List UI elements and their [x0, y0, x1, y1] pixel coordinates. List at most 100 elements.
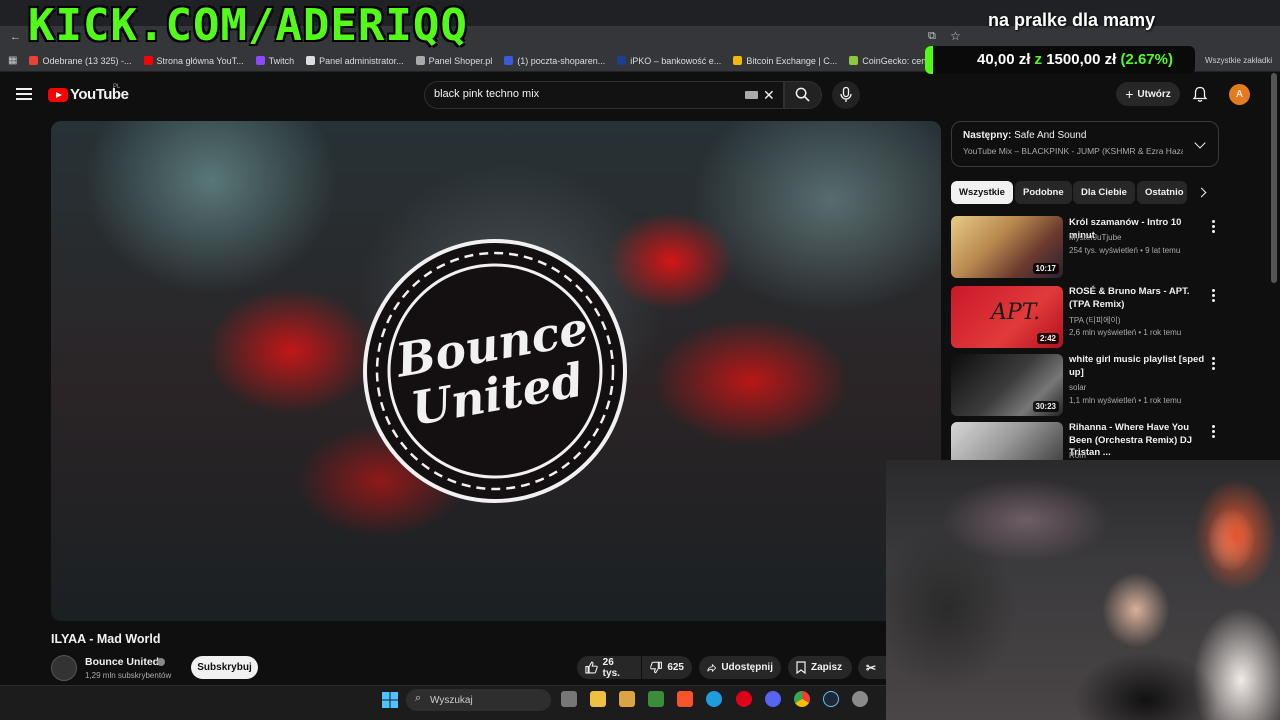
install-icon[interactable]: ⧉ — [928, 30, 936, 43]
thumbnail-3[interactable] — [951, 422, 1063, 460]
bookmark-item[interactable]: Strona główna YouT... — [143, 55, 244, 66]
bookmark-label: Odebrane (13 325) -... — [42, 55, 132, 66]
rec-title-3[interactable]: Rihanna - Where Have You Been (Orchestra… — [1069, 422, 1209, 460]
hamburger-menu-icon[interactable] — [16, 88, 32, 100]
thumbs-up-icon — [585, 661, 598, 674]
task-view-icon[interactable] — [561, 691, 577, 707]
thumbnail-1[interactable]: APT. 2:42 — [951, 286, 1063, 348]
rec-title-2[interactable]: white girl music playlist [sped up] — [1069, 354, 1209, 379]
more-vert-icon[interactable] — [1212, 425, 1215, 440]
bookmark-favicon-icon — [504, 56, 514, 65]
duration-0: 10:17 — [1032, 263, 1059, 274]
like-button[interactable]: 26 tys. — [577, 656, 641, 679]
discord-icon[interactable] — [765, 691, 781, 707]
search-value[interactable]: black pink techno mix — [434, 88, 539, 100]
chevron-right-icon[interactable] — [1196, 187, 1207, 198]
user-avatar[interactable]: A — [1229, 84, 1250, 105]
channel-name[interactable]: Bounce United — [85, 656, 159, 668]
taskbar-search[interactable]: ⌕ Wyszukaj — [406, 689, 551, 711]
donation-goal-fill — [925, 46, 933, 74]
chip-recent[interactable]: Ostatnio — [1137, 181, 1187, 204]
thumbs-down-icon — [650, 661, 662, 674]
dislike-button[interactable]: 625 — [642, 656, 692, 679]
subscribe-button[interactable]: Subskrybuj — [191, 656, 258, 679]
notifications-bell-icon[interactable] — [1192, 86, 1208, 103]
bounce-united-logo: Bounce United — [363, 239, 627, 503]
steam-icon[interactable] — [823, 691, 839, 707]
create-button[interactable]: + Utwórz — [1116, 82, 1180, 106]
bookmark-item[interactable]: Panel administrator... — [306, 56, 404, 66]
bookmark-item[interactable]: (1) poczta-shoparen... — [504, 56, 605, 66]
rec-channel-1[interactable]: TPA (티피에이) — [1069, 315, 1121, 326]
next-title: Safe And Sound — [1014, 130, 1087, 141]
save-button[interactable]: Zapisz — [788, 656, 852, 679]
bookmark-item[interactable]: Bitcoin Exchange | C... — [733, 56, 837, 66]
goal-current: 40,00 zł — [977, 51, 1031, 68]
bookmark-item[interactable]: Twitch — [255, 56, 294, 66]
store-icon[interactable] — [619, 691, 635, 707]
page-scrollbar[interactable] — [1271, 73, 1277, 283]
subscriber-count: 1,29 mln subskrybentów — [85, 671, 172, 680]
rec-channel-0[interactable]: MysterJuTjube — [1069, 233, 1121, 242]
share-icon — [707, 663, 717, 672]
more-vert-icon[interactable] — [1212, 220, 1215, 235]
bookmark-label: Bitcoin Exchange | C... — [746, 55, 838, 66]
rec-channel-2[interactable]: solar — [1069, 383, 1086, 392]
back-arrow-icon[interactable]: ← — [10, 31, 21, 43]
bookmark-item[interactable]: Panel Shoper.pl — [415, 55, 493, 66]
brave-icon[interactable] — [677, 691, 693, 707]
webcam-overlay — [886, 460, 1280, 720]
star-icon[interactable]: ☆ — [950, 29, 961, 43]
thumbnail-0[interactable]: 10:17 — [951, 216, 1063, 278]
bookmark-favicon-icon — [415, 56, 425, 65]
bookmark-favicon-icon — [733, 56, 743, 65]
bookmarks-all[interactable]: Wszystkie zakładki — [1205, 56, 1272, 65]
clear-search-icon[interactable]: ✕ — [763, 87, 775, 104]
duration-1: 2:42 — [1036, 333, 1059, 344]
thumbnail-2[interactable]: 30:23 — [951, 354, 1063, 416]
rec-title-1[interactable]: ROSÉ & Bruno Mars - APT. (TPA Remix) — [1069, 286, 1209, 311]
bookmark-label: (1) poczta-shoparen... — [517, 55, 606, 66]
rec-channel-3[interactable]: Rom — [1069, 451, 1086, 460]
thumbnail-text-1: APT. — [991, 300, 1041, 325]
bookmark-label: Panel Shoper.pl — [428, 55, 493, 66]
taskbar-search-placeholder: Wyszukaj — [430, 694, 473, 706]
microphone-icon[interactable] — [840, 87, 852, 103]
settings-gear-icon[interactable] — [852, 691, 868, 707]
bookmark-label: Panel administrator... — [319, 55, 404, 66]
bookmark-label: Strona główna YouT... — [156, 55, 244, 66]
search-icon[interactable] — [795, 87, 810, 102]
like-count: 26 tys. — [602, 656, 620, 679]
bookmark-favicon-icon — [29, 56, 39, 65]
share-button[interactable]: Udostępnij — [699, 656, 781, 679]
keyboard-icon[interactable] — [745, 91, 758, 99]
notes-icon[interactable] — [648, 691, 664, 707]
next-in-mix-panel[interactable] — [951, 121, 1219, 167]
chrome-icon[interactable] — [794, 691, 810, 707]
apps-grid-icon[interactable]: ▦ — [8, 55, 17, 66]
bookmark-item[interactable]: iPKO – bankowość e... — [617, 56, 721, 66]
edge-icon[interactable] — [706, 691, 722, 707]
video-player[interactable]: Bounce United — [51, 121, 941, 621]
chip-related[interactable]: Podobne — [1015, 181, 1072, 204]
windows-start-icon[interactable] — [382, 692, 398, 708]
chip-all[interactable]: Wszystkie — [951, 181, 1013, 204]
more-vert-icon[interactable] — [1212, 289, 1215, 304]
plus-icon: + — [1125, 86, 1134, 102]
more-vert-icon[interactable] — [1212, 357, 1215, 372]
rec-meta-1: 2,6 mln wyświetleń • 1 rok temu — [1069, 328, 1182, 337]
file-explorer-icon[interactable] — [590, 691, 606, 707]
chip-for-you[interactable]: Dla Ciebie — [1073, 181, 1135, 204]
donation-goal-title: na pralke dla mamy — [988, 10, 1156, 30]
goal-target: 1500,00 zł — [1046, 51, 1117, 68]
channel-avatar[interactable] — [51, 655, 77, 681]
youtube-logo-icon[interactable] — [48, 88, 68, 102]
bookmark-favicon-icon — [306, 56, 316, 65]
opera-icon[interactable] — [736, 691, 752, 707]
kick-channel-overlay: KICK.COM/ADERIQQ — [28, 0, 468, 51]
next-up-label: Następny: Safe And Sound — [963, 130, 1086, 141]
create-label: Utwórz — [1137, 88, 1171, 100]
clip-button[interactable]: ✂ — [858, 656, 888, 679]
bookmark-item[interactable]: Odebrane (13 325) -... — [29, 55, 132, 66]
goal-sep: z — [1034, 51, 1043, 68]
